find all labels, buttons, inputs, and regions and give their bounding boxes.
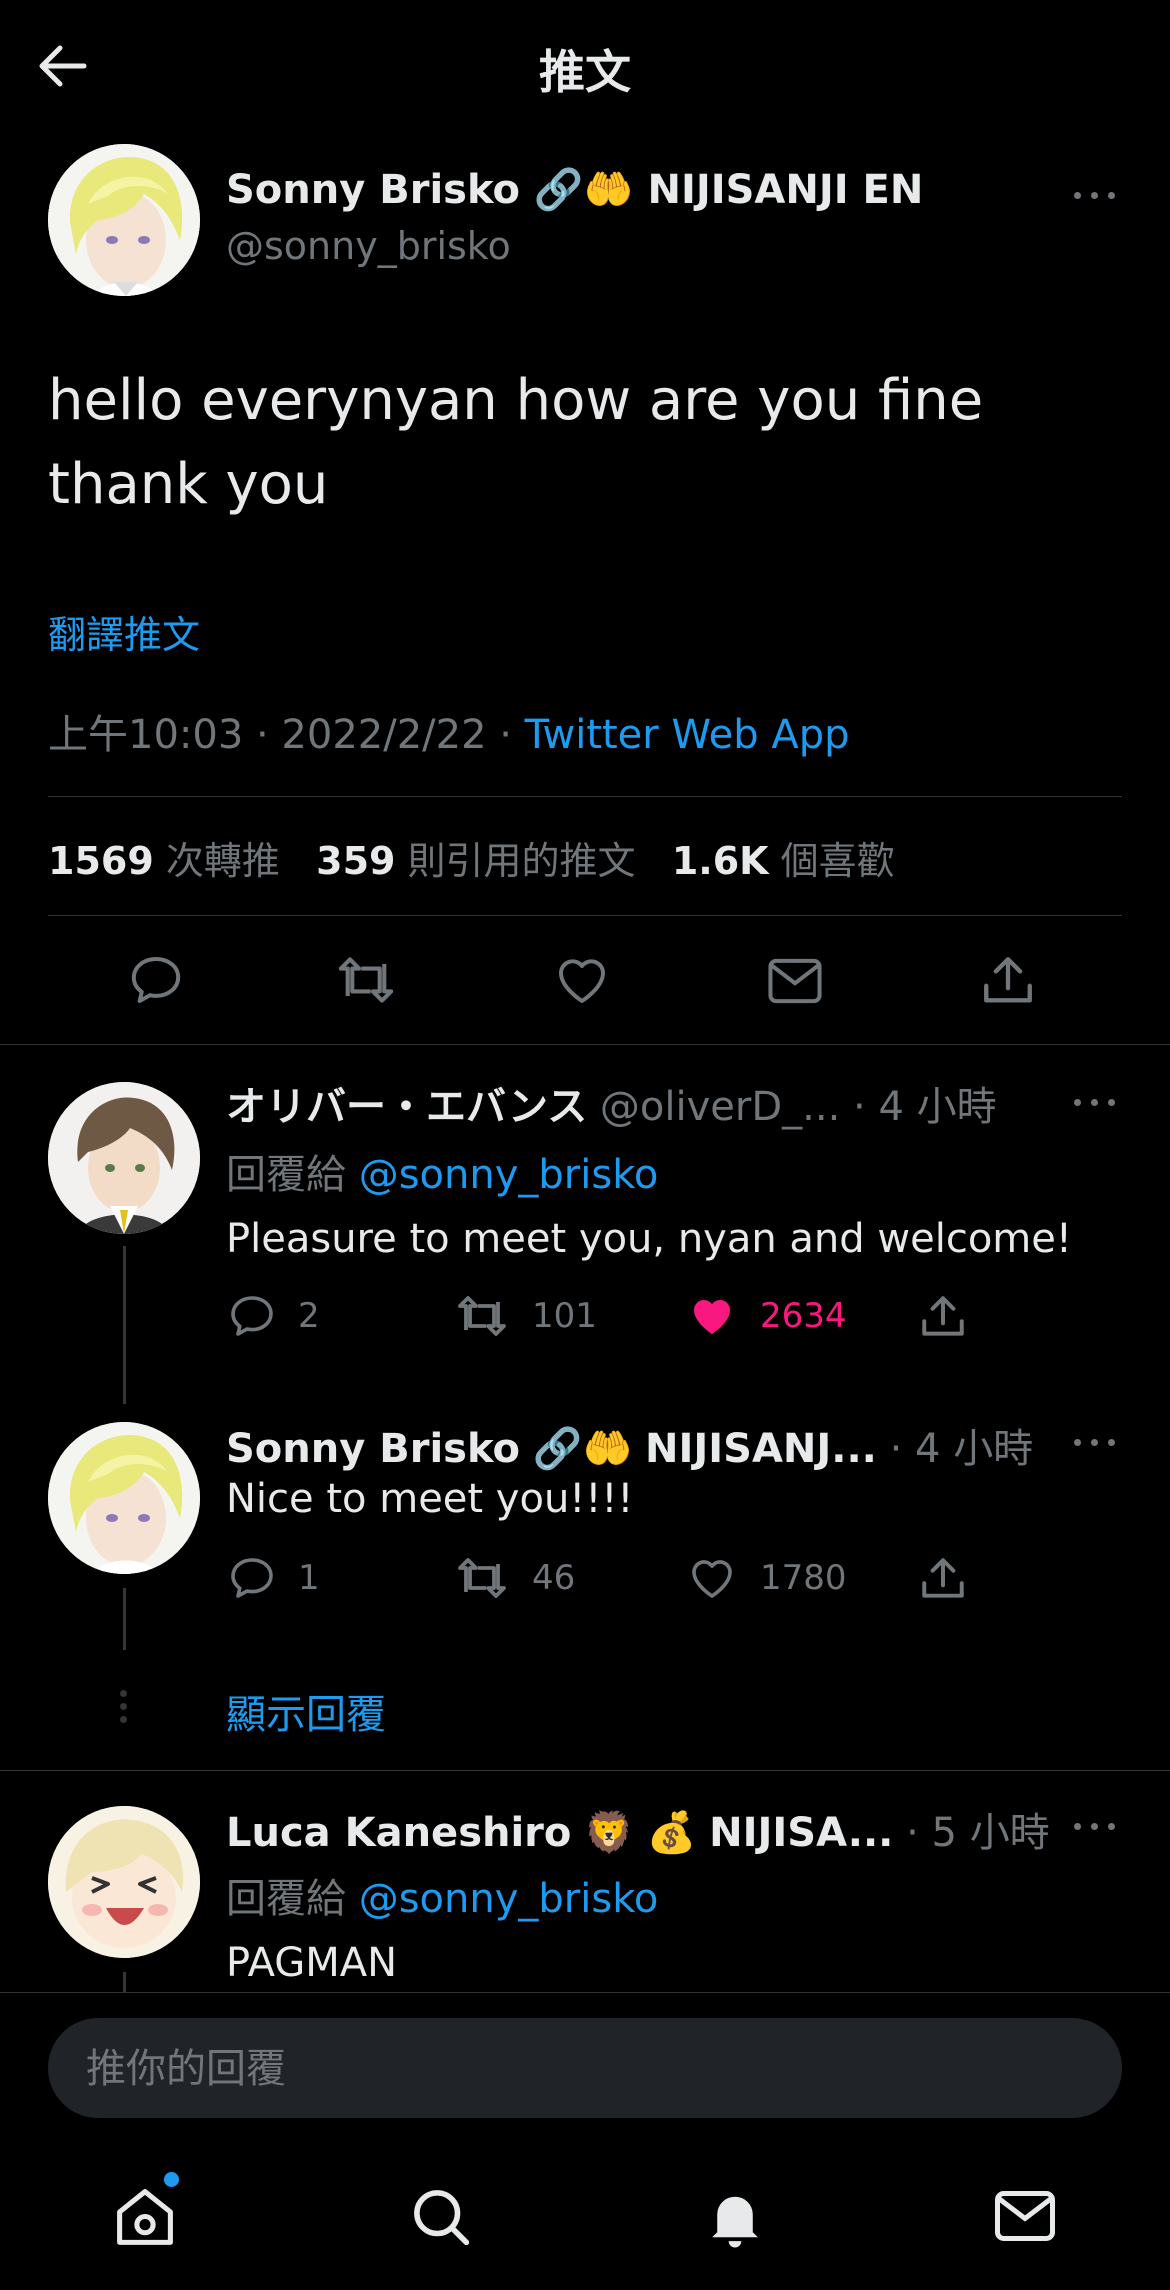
- replying-to-label: 回覆給: [226, 1876, 346, 1922]
- source-link[interactable]: Twitter Web App: [525, 712, 850, 758]
- reply-time[interactable]: · 4 小時: [853, 1084, 997, 1130]
- reply-text: Pleasure to meet you, nyan and welcome!: [226, 1216, 1072, 1262]
- reply-action[interactable]: 1: [228, 1554, 320, 1602]
- tweet-text-line-2: thank you: [48, 452, 329, 517]
- retweet-icon: [454, 1292, 510, 1340]
- name-emoji: 🔗🤲: [532, 1426, 633, 1472]
- divider: [48, 915, 1122, 916]
- thread-line: [123, 1588, 126, 1650]
- reply-count: 1: [298, 1558, 320, 1598]
- retweets-stat[interactable]: 1569 次轉推: [48, 839, 280, 883]
- affiliation-text: NIJISANJ...: [645, 1426, 877, 1472]
- reply-display-name[interactable]: オリバー・エバンス: [226, 1084, 587, 1130]
- handle[interactable]: @sonny_brisko: [226, 224, 511, 268]
- reply-icon: [228, 1292, 276, 1340]
- show-replies-link[interactable]: 顯示回覆: [226, 1682, 386, 1740]
- reply-handle[interactable]: @oliverD_...: [600, 1084, 840, 1130]
- like-action[interactable]: 2634: [686, 1292, 847, 1340]
- share-icon[interactable]: [978, 952, 1038, 1010]
- retweet-count: 46: [532, 1558, 576, 1598]
- liked-heart-icon: [686, 1292, 738, 1340]
- reply-input[interactable]: [84, 2018, 1088, 2120]
- retweet-action[interactable]: 101: [454, 1292, 597, 1340]
- reply-display-name[interactable]: Sonny Brisko: [226, 1426, 520, 1472]
- replying-to-label: 回覆給: [226, 1152, 346, 1198]
- like-action[interactable]: 1780: [686, 1554, 847, 1602]
- avatar[interactable]: [48, 1806, 200, 1958]
- reply-action[interactable]: 2: [228, 1292, 320, 1340]
- like-count: 2634: [760, 1296, 847, 1336]
- dm-share-icon[interactable]: [766, 956, 824, 1006]
- reply-text: Nice to meet you!!!!: [226, 1476, 634, 1522]
- notification-dot: [164, 2172, 179, 2187]
- quotes-stat[interactable]: 359 則引用的推文: [316, 839, 635, 883]
- tweet-text-line-1: hello everynyan how are you fine: [48, 368, 984, 433]
- share-icon[interactable]: [918, 1292, 968, 1342]
- reply-time[interactable]: · 5 小時: [906, 1810, 1050, 1856]
- reply-display-name[interactable]: Luca Kaneshiro: [226, 1810, 571, 1856]
- mail-icon[interactable]: [992, 2186, 1058, 2246]
- avatar[interactable]: [48, 1082, 200, 1234]
- name-emoji: 🔗🤲: [533, 167, 634, 213]
- bell-icon[interactable]: [702, 2184, 768, 2250]
- page-title: 推文: [539, 45, 631, 99]
- avatar[interactable]: [48, 144, 200, 296]
- replying-to-handle[interactable]: @sonny_brisko: [359, 1152, 659, 1198]
- avatar[interactable]: [48, 1422, 200, 1574]
- thread-line: [123, 1972, 126, 1992]
- like-count: 1780: [760, 1558, 847, 1598]
- retweet-action[interactable]: 46: [454, 1554, 575, 1602]
- affiliation-text: NIJISANJI EN: [647, 167, 924, 213]
- more-options-icon[interactable]: [1072, 1814, 1120, 1838]
- more-options-icon[interactable]: [1072, 1090, 1120, 1114]
- reply-icon: [228, 1554, 276, 1602]
- reply-count: 2: [298, 1296, 320, 1336]
- divider: [0, 1770, 1170, 1771]
- reply-text: PAGMAN: [226, 1940, 398, 1986]
- more-options-icon[interactable]: [1072, 183, 1120, 207]
- name-emoji: 🦁 💰: [584, 1810, 697, 1856]
- more-options-icon[interactable]: [1072, 1430, 1120, 1454]
- reply-composer[interactable]: [48, 2018, 1122, 2120]
- likes-stat[interactable]: 1.6K 個喜歡: [672, 839, 895, 883]
- replying-to-handle[interactable]: @sonny_brisko: [359, 1876, 659, 1922]
- like-icon[interactable]: [552, 952, 612, 1008]
- thread-line: [123, 1246, 126, 1404]
- tweet-stats: 1569 次轉推 359 則引用的推文 1.6K 個喜歡: [48, 830, 895, 885]
- reply-icon[interactable]: [128, 952, 184, 1008]
- share-icon[interactable]: [918, 1554, 968, 1604]
- divider: [48, 796, 1122, 797]
- search-icon[interactable]: [408, 2184, 474, 2250]
- divider: [0, 1044, 1170, 1045]
- retweet-icon[interactable]: [334, 952, 398, 1008]
- thread-dots: [120, 1690, 128, 1723]
- affiliation-text: NIJISA...: [709, 1810, 894, 1856]
- retweet-icon: [454, 1554, 510, 1602]
- display-name[interactable]: Sonny Brisko: [226, 167, 520, 213]
- reply-time[interactable]: · 4 小時: [890, 1426, 1034, 1472]
- home-icon[interactable]: [112, 2184, 178, 2250]
- timestamp: 上午10:03 · 2022/2/22 ·: [48, 712, 525, 758]
- retweet-count: 101: [532, 1296, 597, 1336]
- like-icon: [686, 1554, 738, 1602]
- translate-link[interactable]: 翻譯推文: [48, 604, 200, 659]
